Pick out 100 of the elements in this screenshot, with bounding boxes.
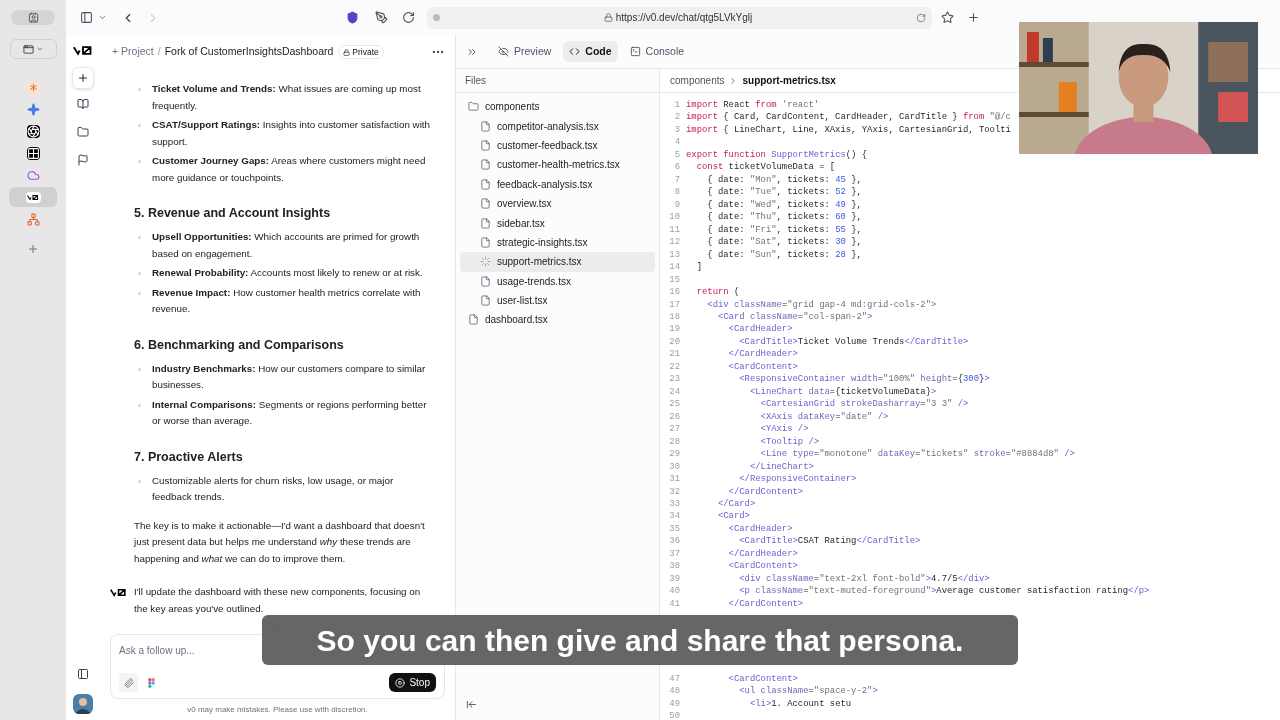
plus-icon[interactable] xyxy=(967,11,980,24)
code-icon xyxy=(569,46,581,57)
line-number: 21 xyxy=(668,348,680,361)
knot-icon[interactable] xyxy=(26,124,40,138)
project-name: Fork of CustomerInsightsDashboard xyxy=(164,44,334,60)
stop-button[interactable]: Stop xyxy=(389,673,436,692)
file-tree-item[interactable]: components xyxy=(460,97,655,117)
reload-icon[interactable] xyxy=(916,12,926,23)
nodes-icon[interactable] xyxy=(26,212,40,226)
sidebar-toggle-icon[interactable] xyxy=(80,11,93,24)
figma-icon[interactable] xyxy=(148,677,155,688)
window-switcher[interactable] xyxy=(11,10,55,25)
bullet-icon xyxy=(138,403,141,407)
file-tree-item[interactable]: usage-trends.tsx xyxy=(460,271,655,291)
assistant-message: I'll update the dashboard with these new components, focusing on the key areas you've outlined. xyxy=(134,585,422,616)
cloud-icon[interactable] xyxy=(26,168,40,182)
code-line: <CardContent> xyxy=(727,560,798,573)
line-number: 34 xyxy=(668,510,680,523)
code-line: { date: "Thu", tickets: 60 }, xyxy=(706,211,862,224)
line-number: 25 xyxy=(668,398,680,411)
contact-card-icon xyxy=(27,12,39,23)
file-tree-item[interactable]: strategic-insights.tsx xyxy=(460,232,655,253)
code-line: { date: "Sat", tickets: 30 }, xyxy=(706,236,862,249)
attach-button[interactable] xyxy=(119,673,138,692)
line-number: 23 xyxy=(668,373,680,386)
folder-icon[interactable] xyxy=(77,126,89,138)
star-icon[interactable] xyxy=(941,11,954,24)
file-tree-item[interactable]: support-metrics.tsx xyxy=(460,252,655,272)
file-tree-item[interactable]: user-list.tsx xyxy=(460,290,655,311)
grid-icon[interactable] xyxy=(26,146,40,160)
view-tab[interactable]: Console xyxy=(623,41,691,62)
bullet-icon xyxy=(138,479,141,483)
code-line: </CardContent> xyxy=(727,485,804,498)
line-number: 38 xyxy=(668,560,680,573)
file-icon xyxy=(480,217,491,229)
avatar[interactable] xyxy=(73,694,93,714)
code-line: { date: "Mon", tickets: 45 }, xyxy=(706,173,862,187)
bullet-icon xyxy=(138,236,141,239)
code-line: </LineChart> xyxy=(748,460,814,474)
file-icon xyxy=(480,139,491,151)
line-number: 37 xyxy=(668,547,680,561)
file-icon xyxy=(480,159,491,171)
view-tab[interactable]: Preview xyxy=(492,41,558,62)
file-tree-item[interactable]: feedback-analysis.tsx xyxy=(460,174,655,194)
bullet-icon xyxy=(138,88,141,91)
code-line: <LineChart data={ticketVolumeData}> xyxy=(748,385,937,399)
v0-logo[interactable] xyxy=(25,191,41,203)
code-line: </CardHeader> xyxy=(727,547,798,561)
code-line: <li>1. Account setu xyxy=(748,697,852,710)
code-line: </CardHeader> xyxy=(727,348,798,361)
line-number: 40 xyxy=(668,585,680,598)
code-line: return ( xyxy=(695,286,740,299)
line-number: 47 xyxy=(668,672,680,686)
new-chat-button[interactable] xyxy=(72,67,94,89)
tab-overview-button[interactable] xyxy=(9,39,57,59)
book-icon[interactable] xyxy=(77,98,89,110)
bullet-icon xyxy=(138,291,141,295)
panel-icon[interactable] xyxy=(77,668,89,680)
line-number: 17 xyxy=(668,298,680,311)
code-line: <Line type="monotone" dataKey="tickets" stroke="#8884d8" /> xyxy=(759,448,1075,461)
list-item-text: Industry Benchmarks: How our customers compare to similar businesses. xyxy=(152,361,427,392)
breadcrumb-file: support-metrics.tsx xyxy=(742,74,836,88)
code-line: <ResponsiveContainer width="100%" height={300}> xyxy=(738,373,990,386)
project-link[interactable]: + Project xyxy=(112,44,154,60)
breadcrumb-folder[interactable]: components xyxy=(670,73,725,88)
code-line: <CardContent> xyxy=(727,672,798,686)
disclaimer-text: v0 may make mistakes. Please use with discretion. xyxy=(186,704,369,716)
line-number: 1 xyxy=(673,99,680,112)
file-tree-item[interactable]: customer-feedback.tsx xyxy=(460,135,655,156)
code-line: const ticketVolumeData = [ xyxy=(695,161,836,174)
line-number: 32 xyxy=(668,485,680,498)
flag-icon[interactable] xyxy=(77,154,89,166)
view-tab[interactable]: Code xyxy=(563,41,618,62)
file-tree-item[interactable]: dashboard.tsx xyxy=(460,310,655,330)
code-line: { date: "Wed", tickets: 49 }, xyxy=(706,198,862,212)
message-paragraph: The key is to make it actionable—I'd want a dashboard that doesn't just present data but helps me understand why these trends are happening and what we can do to improve them. xyxy=(134,518,426,566)
browser-tab[interactable] xyxy=(9,187,57,207)
line-number: 4 xyxy=(673,136,680,149)
refresh-icon[interactable] xyxy=(402,11,415,24)
list-item-text: Customer Journey Gaps: Areas where customers might need more guidance or touchpoints. xyxy=(152,154,427,185)
new-tab-icon[interactable] xyxy=(27,243,39,255)
eye-off-icon xyxy=(498,46,509,57)
stop-icon xyxy=(395,677,406,688)
file-tree-item[interactable]: overview.tsx xyxy=(460,193,655,214)
line-number: 24 xyxy=(668,385,680,399)
line-number: 35 xyxy=(668,522,680,536)
pen-icon[interactable] xyxy=(375,11,388,24)
file-tree-item[interactable]: competitor-analysis.tsx xyxy=(460,116,655,136)
shield-icon[interactable] xyxy=(346,11,359,24)
section-heading: 6. Benchmarking and Comparisons xyxy=(134,336,345,353)
code-line: import { LineChart, Line, XAxis, YAxis, CartesianGrid, Toolti xyxy=(686,123,1011,137)
address-bar[interactable]: https://v0.dev/chat/qtg5LVkYglj xyxy=(427,6,932,29)
file-tree-item[interactable]: customer-health-metrics.tsx xyxy=(460,155,655,175)
file-tree-item[interactable]: sidebar.tsx xyxy=(460,213,655,233)
line-number: 20 xyxy=(668,335,680,349)
collapse-panel-icon[interactable] xyxy=(466,699,477,710)
line-number: 26 xyxy=(668,410,680,424)
bullet-icon xyxy=(138,272,141,275)
code-line: <Card className="col-span-2"> xyxy=(716,310,873,324)
sparkle-icon[interactable] xyxy=(26,102,40,116)
